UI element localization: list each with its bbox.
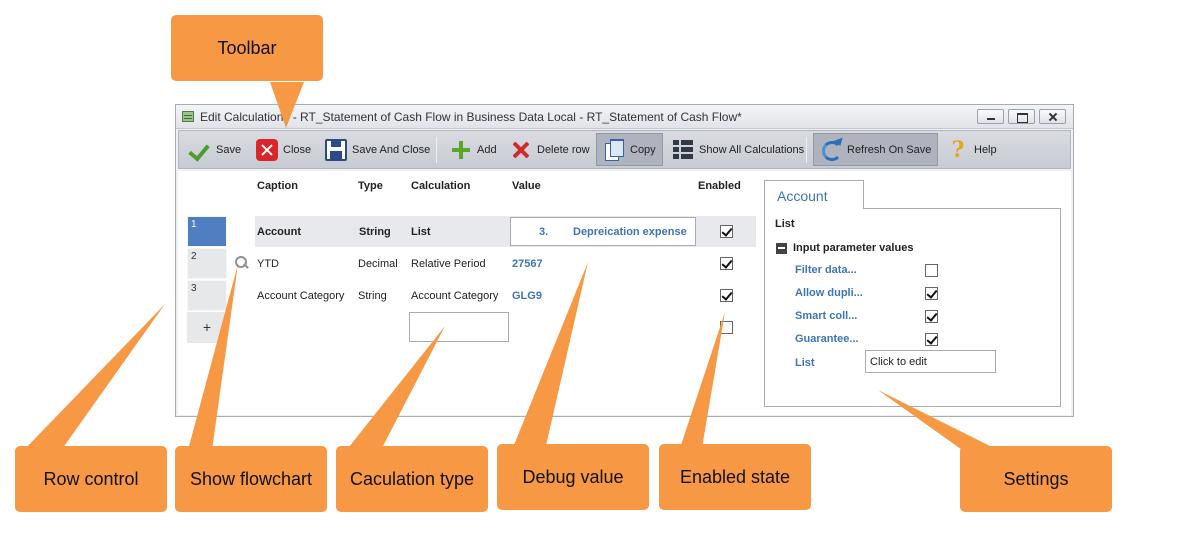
toolbar-pointer <box>270 82 304 128</box>
callout-debug-value: Debug value <box>497 444 649 510</box>
callout-show-flowchart: Show flowchart <box>175 446 327 512</box>
settings-pointer <box>878 390 1002 452</box>
callout-calculation-type: Caculation type <box>336 446 488 512</box>
callout-row-control: Row control <box>15 446 167 512</box>
callout-settings: Settings <box>960 446 1112 512</box>
show-flowchart-pointer <box>188 264 238 450</box>
callout-enabled-state: Enabled state <box>659 444 811 510</box>
callout-toolbar: Toolbar <box>171 15 323 81</box>
enabled-state-pointer <box>680 312 725 448</box>
row-control-pointer <box>22 304 165 452</box>
calculation-type-pointer <box>345 326 445 452</box>
debug-value-pointer <box>512 262 588 450</box>
